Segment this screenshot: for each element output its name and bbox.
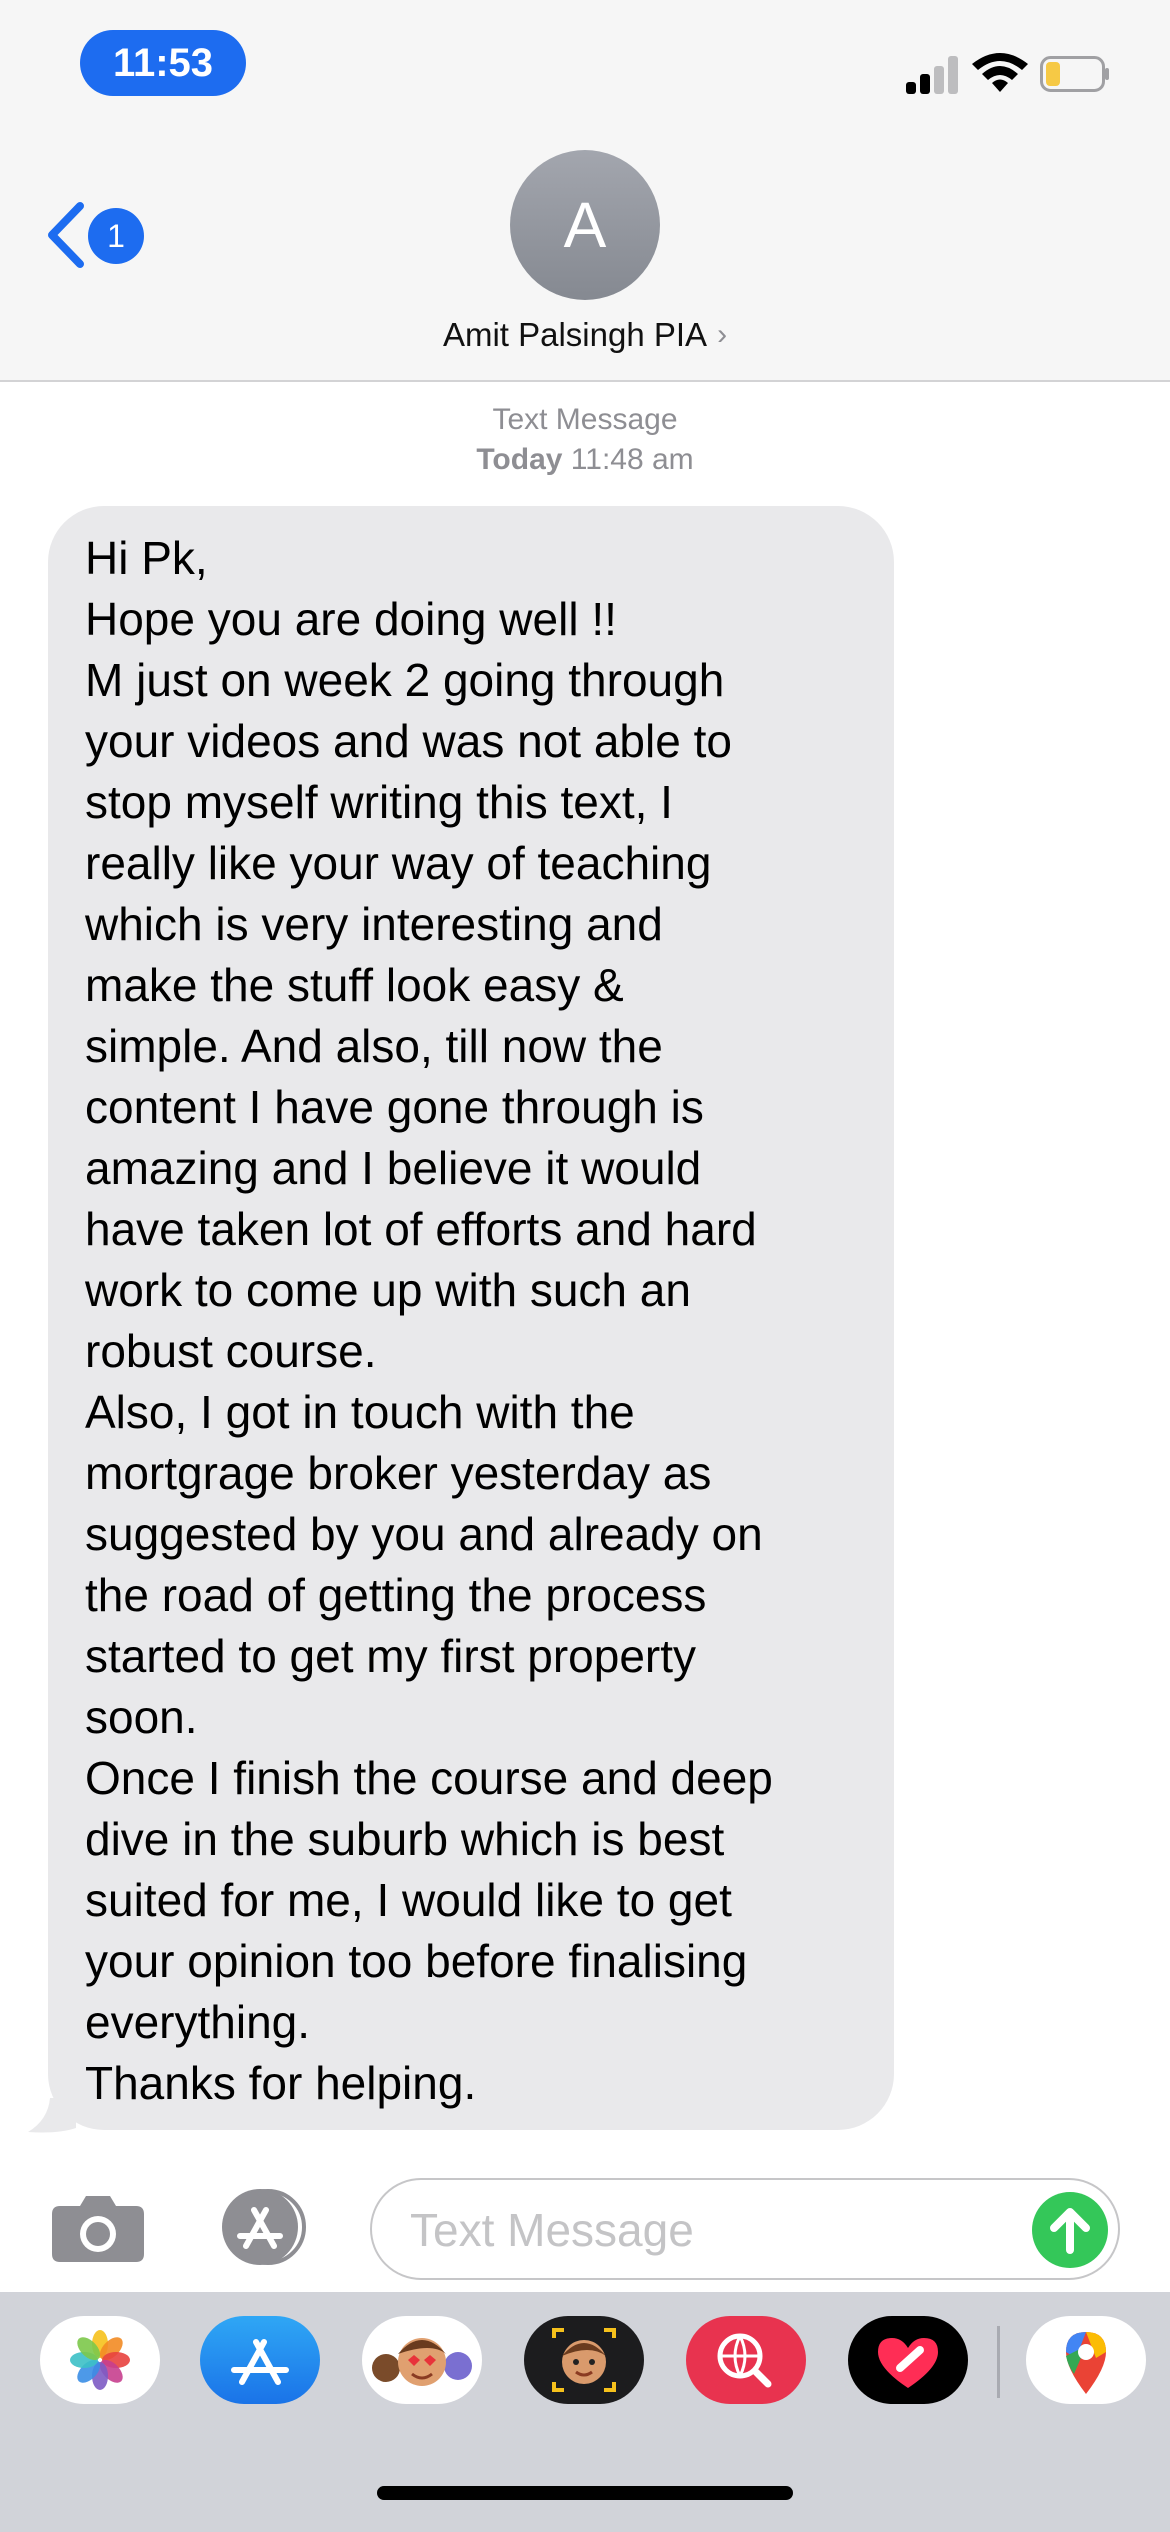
camera-icon[interactable] bbox=[50, 2190, 146, 2264]
message-line: dive in the suburb which is best bbox=[85, 1813, 725, 1865]
message-line: suited for me, I would like to get bbox=[85, 1874, 732, 1926]
timestamp-time: 11:48 am bbox=[570, 443, 694, 476]
incoming-message-bubble[interactable]: Hi Pk, Hope you are doing well !! M just o… bbox=[48, 506, 894, 2130]
drawer-divider bbox=[997, 2326, 1000, 2398]
message-line: your videos and was not able to bbox=[85, 715, 732, 767]
back-button[interactable]: 1 bbox=[44, 190, 154, 280]
message-line: really like your way of teaching bbox=[85, 837, 712, 889]
service-label: Text Message bbox=[492, 403, 678, 436]
message-line: started to get my first property bbox=[85, 1630, 697, 1682]
message-line: Hi Pk, bbox=[85, 532, 208, 584]
status-bar: 11:53 bbox=[0, 0, 1170, 130]
message-line: make the stuff look easy & bbox=[85, 959, 624, 1011]
message-line: soon. bbox=[85, 1691, 198, 1743]
unread-count-badge: 1 bbox=[88, 208, 144, 264]
status-time[interactable]: 11:53 bbox=[80, 30, 246, 96]
app-store-glyph-icon bbox=[231, 2339, 289, 2385]
photos-flower-icon bbox=[70, 2330, 130, 2390]
memoji-camera-glyph-icon bbox=[552, 2328, 616, 2392]
message-input[interactable] bbox=[408, 2198, 972, 2262]
heart-touch-icon bbox=[878, 2338, 938, 2388]
app-store-icon[interactable] bbox=[208, 2188, 320, 2266]
message-line: which is very interesting and bbox=[85, 898, 663, 950]
message-line: amazing and I believe it would bbox=[85, 1142, 702, 1194]
cellular-signal-icon bbox=[906, 54, 960, 94]
digital-touch-app-icon[interactable] bbox=[848, 2316, 968, 2404]
contact-name: Amit Palsingh PIA bbox=[442, 316, 708, 353]
message-input-field[interactable] bbox=[370, 2178, 1120, 2280]
message-line: content I have gone through is bbox=[85, 1081, 704, 1133]
message-line: Also, I got in touch with the bbox=[85, 1386, 635, 1438]
message-line: Thanks for helping. bbox=[85, 2057, 477, 2109]
contact-avatar[interactable]: A bbox=[510, 150, 660, 300]
memoji-camera-app-icon[interactable] bbox=[524, 2316, 644, 2404]
contact-name-button[interactable]: Amit Palsingh PIA › bbox=[0, 316, 1170, 354]
message-line: stop myself writing this text, I bbox=[85, 776, 673, 828]
send-button[interactable] bbox=[1032, 2192, 1108, 2268]
arrow-up-icon bbox=[1050, 2208, 1090, 2254]
message-line: work to come up with such an bbox=[85, 1264, 691, 1316]
web-image-search-app-icon[interactable] bbox=[686, 2316, 806, 2404]
message-line: mortgrage broker yesterday as bbox=[85, 1447, 712, 1499]
globe-search-icon bbox=[717, 2333, 772, 2388]
message-line: simple. And also, till now the bbox=[85, 1020, 663, 1072]
message-line: have taken lot of efforts and hard bbox=[85, 1203, 757, 1255]
map-pin-icon bbox=[1066, 2332, 1106, 2394]
message-line: your opinion too before finalising bbox=[85, 1935, 748, 1987]
message-line: M just on week 2 going through bbox=[85, 654, 725, 706]
chevron-left-icon bbox=[48, 202, 84, 268]
conversation-header: 1 A Amit Palsingh PIA › bbox=[0, 130, 1170, 382]
timestamp-day: Today bbox=[476, 443, 563, 476]
memoji-faces-icon bbox=[372, 2338, 472, 2386]
home-indicator bbox=[377, 2486, 793, 2500]
chevron-right-icon: › bbox=[717, 318, 728, 351]
message-line: Hope you are doing well !! bbox=[85, 593, 617, 645]
compose-bar bbox=[0, 2160, 1170, 2290]
app-store-app-icon[interactable] bbox=[200, 2316, 320, 2404]
timestamp: Today 11:48 am bbox=[0, 440, 1170, 480]
memoji-stickers-app-icon[interactable] bbox=[362, 2316, 482, 2404]
message-line: suggested by you and already on bbox=[85, 1508, 763, 1560]
message-line: the road of getting the process bbox=[85, 1569, 707, 1621]
message-line: robust course. bbox=[85, 1325, 377, 1377]
google-maps-app-icon[interactable] bbox=[1026, 2316, 1146, 2404]
message-timestamp: Text Message Today 11:48 am bbox=[0, 400, 1170, 480]
message-line: everything. bbox=[85, 1996, 311, 2048]
photos-app-icon[interactable] bbox=[40, 2316, 160, 2404]
low-battery-icon bbox=[1040, 56, 1109, 92]
wifi-icon bbox=[972, 53, 1028, 92]
message-line: Once I finish the course and deep bbox=[85, 1752, 773, 1804]
message-text: Hi Pk, Hope you are doing well !! M just o… bbox=[85, 528, 862, 2114]
